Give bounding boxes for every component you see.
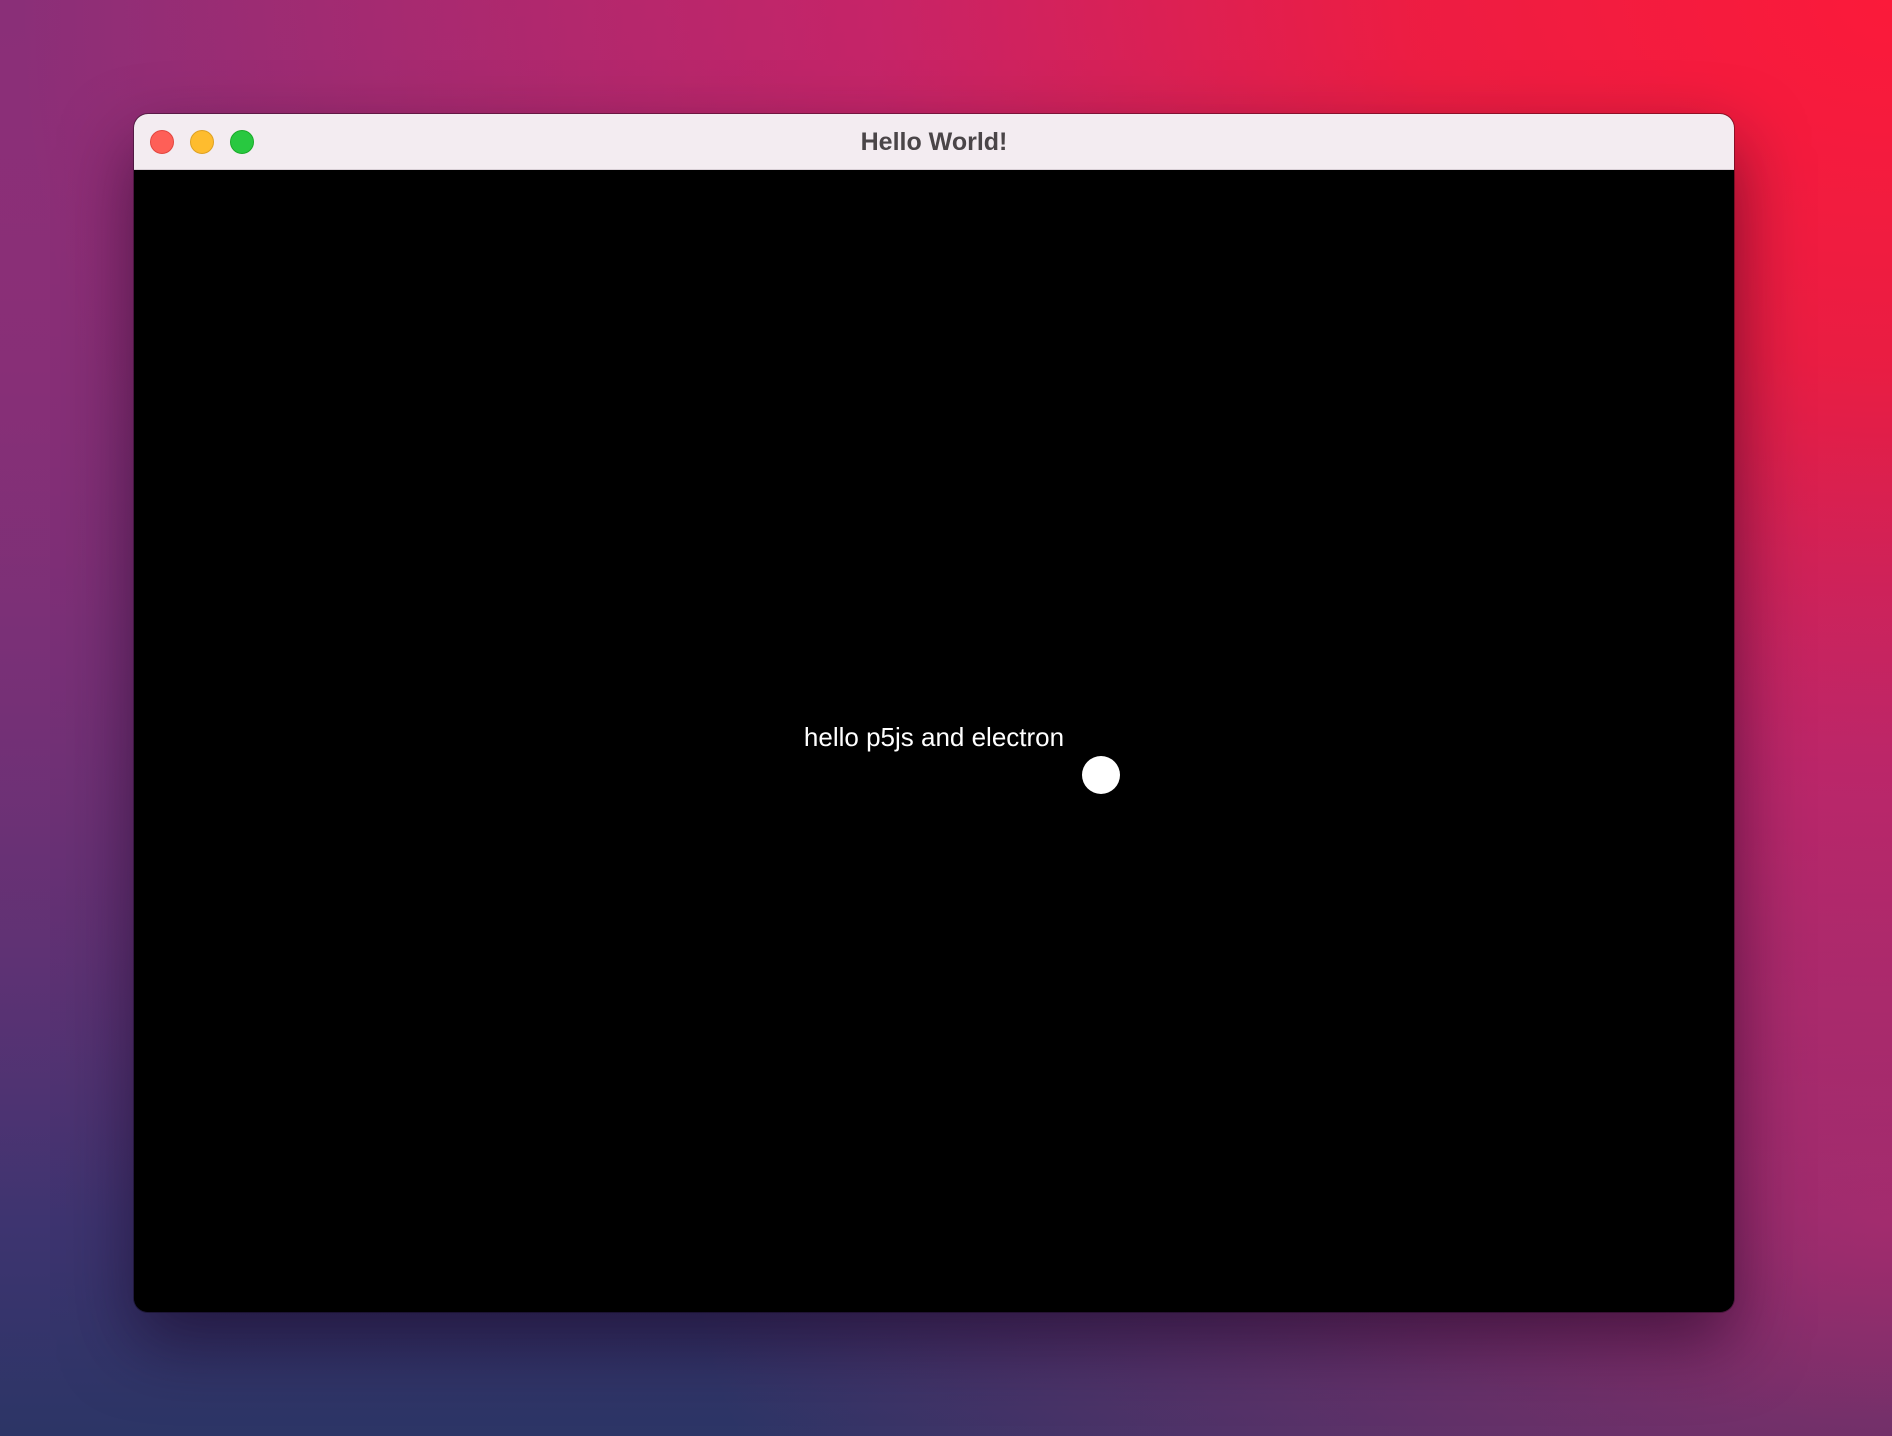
app-window: Hello World! hello p5js and electron [134,114,1734,1312]
window-titlebar[interactable]: Hello World! [134,114,1734,170]
window-title: Hello World! [860,128,1008,156]
canvas-text: hello p5js and electron [803,722,1065,752]
canvas-circle [1082,756,1120,794]
p5-canvas[interactable]: hello p5js and electron [134,170,1734,1312]
